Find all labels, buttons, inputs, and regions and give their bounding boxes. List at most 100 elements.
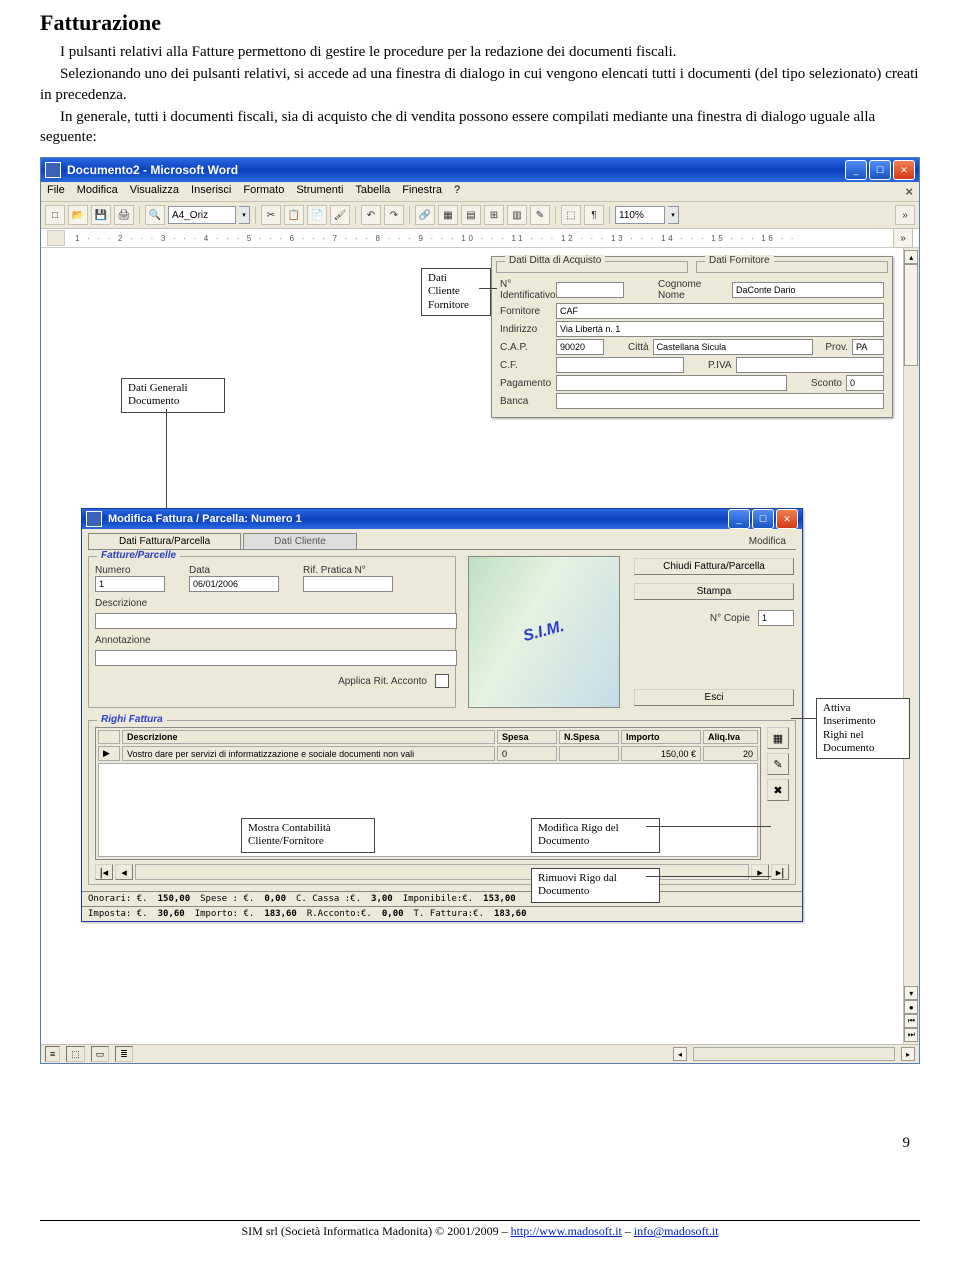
data-field[interactable]: 06/01/2006 [189,576,279,592]
redo-icon[interactable]: ↷ [384,205,404,225]
drawing-icon[interactable]: ✎ [530,205,550,225]
next-page-icon[interactable]: ⏭ [904,1028,918,1042]
delete-rigo-button[interactable]: ✖ [767,779,789,801]
view-web-icon[interactable]: ⬚ [66,1046,85,1062]
hyperlink-icon[interactable]: 🔗 [415,205,435,225]
footer-link-site[interactable]: http://www.madosoft.it [511,1224,622,1238]
vertical-scrollbar[interactable]: ▴ ▾ ● ⏮ ⏭ [903,248,919,1044]
view-outline-icon[interactable]: ≣ [115,1046,133,1062]
descrizione-field[interactable] [95,613,457,629]
nid-field[interactable] [556,282,624,298]
tables-borders-icon[interactable]: ▦ [438,205,458,225]
open-icon[interactable]: 📂 [68,205,88,225]
menu-strumenti[interactable]: Strumenti [296,184,343,199]
window-maximize-button[interactable]: ☐ [869,160,891,180]
cap-field[interactable]: 90020 [556,339,604,355]
tab-dati-fattura[interactable]: Dati Fattura/Parcella [88,533,241,549]
numero-field[interactable]: 1 [95,576,165,592]
zoom-field[interactable]: 110% [615,206,665,224]
ncopie-field[interactable]: 1 [758,610,794,626]
cognome-field[interactable]: DaConte Dario [732,282,884,298]
row-spesa: 0 [497,746,557,761]
nav-prev-icon[interactable]: ◂ [115,864,133,880]
dialog-tabstrip: Dati Fattura/Parcella Dati Cliente Modif… [88,533,796,550]
word-titlebar: Documento2 - Microsoft Word _ ☐ ✕ [41,158,919,182]
menu-help[interactable]: ? [454,184,460,199]
document-page: Dati Ditta di Acquisto Dati Fornitore N°… [41,248,903,1044]
page-size-field[interactable]: A4_Oriz [168,206,236,224]
tab-dati-cliente[interactable]: Dati Cliente [243,533,357,549]
row-aliq: 20 [703,746,758,761]
menu-visualizza[interactable]: Visualizza [130,184,179,199]
annotazione-field[interactable] [95,650,457,666]
pagamento-label: Pagamento [500,378,552,389]
page-size-dropdown-icon[interactable]: ▾ [239,206,250,224]
ruler-overflow-icon[interactable]: » [893,228,913,248]
document-area: Dati Ditta di Acquisto Dati Fornitore N°… [41,248,919,1044]
undo-icon[interactable]: ↶ [361,205,381,225]
fornitore-field[interactable]: CAF [556,303,884,319]
menu-tabella[interactable]: Tabella [355,184,390,199]
banca-field[interactable] [556,393,884,409]
menu-inserisci[interactable]: Inserisci [191,184,231,199]
indirizzo-field[interactable]: Via Libertà n. 1 [556,321,884,337]
paste-icon[interactable]: 📄 [307,205,327,225]
nav-last-icon[interactable]: ▸| [771,864,789,880]
stampa-button[interactable]: Stampa [634,583,794,600]
view-normal-icon[interactable]: ≡ [45,1046,60,1062]
nav-first-icon[interactable]: |◂ [95,864,113,880]
preview-icon[interactable]: 🔍 [145,205,165,225]
table-row[interactable]: ▶ Vostro dare per servizi di informatizz… [98,746,758,761]
prev-page-icon[interactable]: ⏮ [904,1014,918,1028]
docmap-icon[interactable]: ⬚ [561,205,581,225]
menu-file[interactable]: File [47,184,65,199]
sconto-field[interactable]: 0 [846,375,884,391]
window-close-button[interactable]: ✕ [893,160,915,180]
print-icon[interactable]: 🖨 [114,205,134,225]
cut-icon[interactable]: ✂ [261,205,281,225]
save-icon[interactable]: 💾 [91,205,111,225]
view-print-icon[interactable]: ▭ [91,1046,110,1062]
cf-field[interactable] [556,357,684,373]
callout-mostra-contabilita: Mostra Contabilità Cliente/Fornitore [241,818,375,852]
scroll-thumb[interactable] [904,264,918,366]
excel-icon[interactable]: ⊞ [484,205,504,225]
citta-label: Città [628,342,649,353]
menu-modifica[interactable]: Modifica [77,184,118,199]
piva-field[interactable] [736,357,884,373]
format-painter-icon[interactable]: 🖌 [330,205,350,225]
close-document-button[interactable]: × [905,184,913,199]
menu-formato[interactable]: Formato [243,184,284,199]
pagamento-field[interactable] [556,375,787,391]
add-rigo-button[interactable]: ▦ [767,727,789,749]
scroll-up-icon[interactable]: ▴ [904,250,918,264]
new-doc-icon[interactable]: □ [45,205,65,225]
tab-modifica-label: Modifica [749,536,796,547]
scroll-down-icon[interactable]: ▾ [904,986,918,1000]
zoom-dropdown-icon[interactable]: ▾ [668,206,679,224]
menu-finestra[interactable]: Finestra [402,184,442,199]
dialog-minimize-button[interactable]: _ [728,509,750,529]
nav-next-icon[interactable]: ▸ [751,864,769,880]
dialog-close-button[interactable]: ✕ [776,509,798,529]
prov-label: Prov. [825,342,848,353]
pilcrow-icon[interactable]: ¶ [584,205,604,225]
browse-object-icon[interactable]: ● [904,1000,918,1014]
citta-field[interactable]: Castellana Sicula [653,339,814,355]
applica-ritacconto-checkbox[interactable] [435,674,449,688]
footer-link-email[interactable]: info@madosoft.it [634,1224,719,1238]
hscroll-left-icon[interactable]: ◂ [673,1047,687,1061]
hscroll-right-icon[interactable]: ▸ [901,1047,915,1061]
insert-table-icon[interactable]: ▤ [461,205,481,225]
rif-field[interactable] [303,576,393,592]
toolbar-overflow-icon[interactable]: » [895,205,915,225]
copy-icon[interactable]: 📋 [284,205,304,225]
chiudi-fattura-button[interactable]: Chiudi Fattura/Parcella [634,558,794,575]
horizontal-scrollbar[interactable] [693,1047,895,1061]
edit-rigo-button[interactable]: ✎ [767,753,789,775]
window-minimize-button[interactable]: _ [845,160,867,180]
dialog-maximize-button[interactable]: ☐ [752,509,774,529]
prov-field[interactable]: PA [852,339,884,355]
esci-button[interactable]: Esci [634,689,794,706]
columns-icon[interactable]: ▥ [507,205,527,225]
